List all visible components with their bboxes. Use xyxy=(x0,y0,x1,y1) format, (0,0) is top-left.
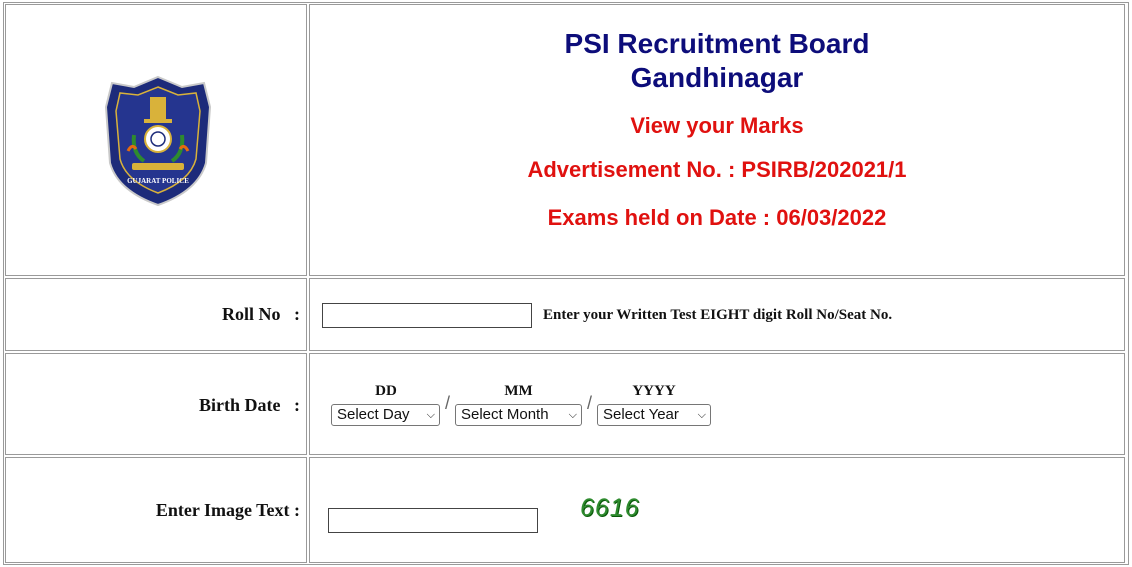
date-separator: / xyxy=(445,393,451,413)
captcha-input[interactable] xyxy=(328,508,538,533)
year-part-label: YYYY xyxy=(632,383,676,399)
advertisement-number: Advertisement No. : PSIRB/202021/1 xyxy=(527,157,907,182)
year-select-value: Select Year xyxy=(603,406,679,423)
captcha-image: 6616 xyxy=(580,494,640,522)
captcha-field-cell: 6616 xyxy=(309,457,1125,563)
roll-no-field-cell: Enter your Written Test EIGHT digit Roll… xyxy=(309,278,1125,351)
chevron-down-icon: ⌵ xyxy=(568,409,577,421)
svg-text:GUJARAT POLICE: GUJARAT POLICE xyxy=(127,177,189,185)
board-location: Gandhinagar xyxy=(630,62,804,93)
day-select-value: Select Day xyxy=(337,406,410,423)
date-separator: / xyxy=(587,393,593,413)
day-select[interactable]: Select Day ⌵ xyxy=(331,404,440,426)
roll-no-label-cell: Roll No : xyxy=(5,278,307,351)
header-cell: PSI Recruitment Board Gandhinagar View y… xyxy=(309,4,1125,276)
board-title: PSI Recruitment Board xyxy=(564,28,870,59)
roll-no-input[interactable] xyxy=(322,303,532,328)
chevron-down-icon: ⌵ xyxy=(697,409,706,421)
day-part-label: DD xyxy=(375,383,397,399)
gujarat-police-logo: GUJARAT POLICE xyxy=(104,75,212,207)
birth-date-label-cell: Birth Date : xyxy=(5,353,307,455)
month-part-label: MM xyxy=(504,383,533,399)
birth-date-label: Birth Date : xyxy=(199,395,300,415)
page-subtitle: View your Marks xyxy=(630,113,804,138)
captcha-label-cell: Enter Image Text : xyxy=(5,457,307,563)
roll-no-hint: Enter your Written Test EIGHT digit Roll… xyxy=(543,307,893,323)
birth-date-field-cell: DD Select Day ⌵ / MM Select Month ⌵ / YY… xyxy=(309,353,1125,455)
chevron-down-icon: ⌵ xyxy=(426,409,435,421)
month-select-value: Select Month xyxy=(461,406,549,423)
roll-no-label: Roll No : xyxy=(222,304,300,324)
month-select[interactable]: Select Month ⌵ xyxy=(455,404,582,426)
logo-cell: GUJARAT POLICE xyxy=(5,4,307,276)
exam-date: Exams held on Date : 06/03/2022 xyxy=(547,205,887,230)
year-select[interactable]: Select Year ⌵ xyxy=(597,404,711,426)
captcha-label: Enter Image Text : xyxy=(155,500,300,520)
